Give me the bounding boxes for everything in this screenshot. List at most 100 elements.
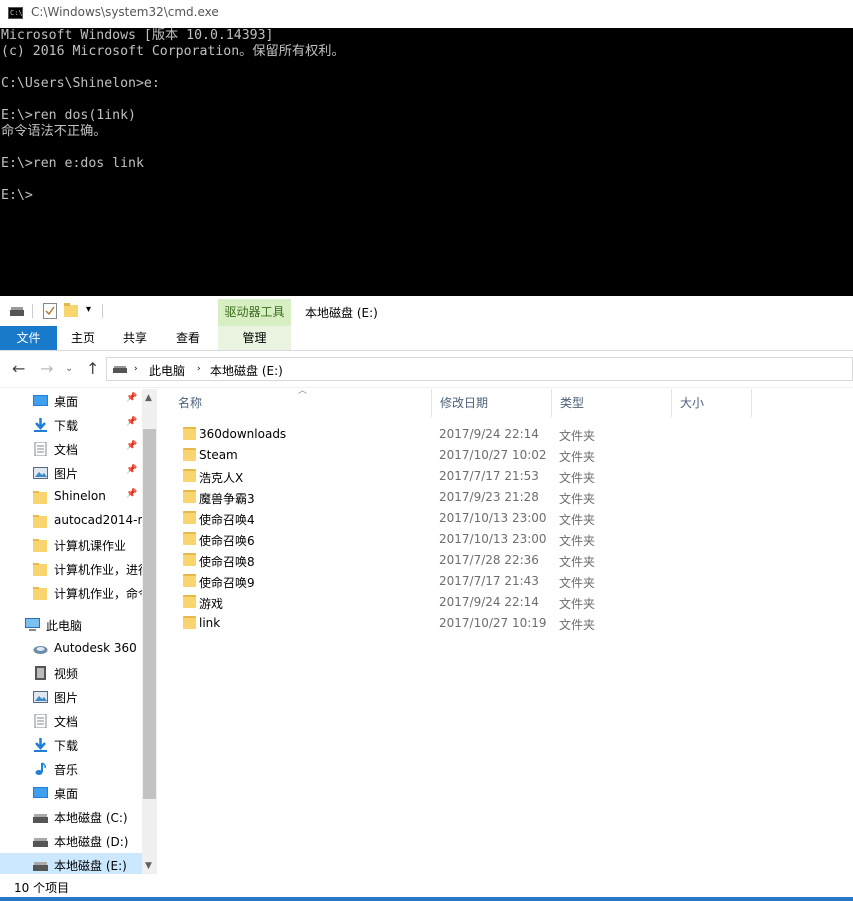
nav-scroll-thumb[interactable] — [143, 429, 156, 799]
column-size[interactable]: 大小 — [672, 389, 752, 417]
file-date: 2017/7/17 21:43 — [439, 574, 539, 588]
explorer-window: ▾ 驱动器工具 本地磁盘 (E:) 文件 主页 共享 查看 管理 ← → ⌄ ↑… — [0, 296, 853, 901]
window-title: 本地磁盘 (E:) — [305, 306, 378, 320]
nav-item[interactable]: autocad2014-r — [0, 509, 142, 533]
music-icon — [33, 762, 48, 776]
nav-item[interactable]: 计算机作业，命令 — [0, 581, 150, 605]
nav-item[interactable]: 音乐 — [0, 757, 142, 781]
file-row[interactable]: 使命召唤8 2017/7/28 22:36 文件夹 — [170, 550, 853, 571]
pictures-icon — [33, 466, 48, 480]
file-name: link — [199, 616, 221, 630]
nav-item[interactable]: 文档 — [0, 709, 142, 733]
file-row[interactable]: 游戏 2017/9/24 22:14 文件夹 — [170, 592, 853, 613]
folder-icon — [183, 427, 196, 440]
nav-item[interactable]: 计算机作业，进行 — [0, 557, 150, 581]
nav-item[interactable]: 本地磁盘 (D:) — [0, 829, 142, 853]
file-row[interactable]: 360downloads 2017/9/24 22:14 文件夹 — [170, 424, 853, 445]
crumb-separator-icon[interactable]: › — [197, 364, 201, 374]
drive-icon — [33, 834, 48, 848]
tab-view[interactable]: 查看 — [163, 326, 213, 350]
file-row[interactable]: 魔兽争霸3 2017/9/23 21:28 文件夹 — [170, 487, 853, 508]
nav-item[interactable]: 文档 📌 — [0, 437, 142, 461]
tab-manage[interactable]: 管理 — [218, 326, 291, 350]
file-date: 2017/10/13 23:00 — [439, 511, 547, 525]
file-type: 文件夹 — [559, 555, 596, 569]
nav-item-label: 此电脑 — [46, 619, 83, 633]
folder-icon — [183, 553, 196, 566]
drive-icon — [33, 810, 48, 824]
column-name[interactable]: 名称 — [170, 389, 432, 417]
scroll-up-icon[interactable]: ▲ — [145, 393, 152, 403]
pin-icon: 📌 — [126, 417, 138, 427]
nav-item[interactable]: 桌面 📌 — [0, 389, 142, 413]
nav-item-label: 计算机课作业 — [54, 539, 127, 553]
nav-item[interactable]: 本地磁盘 (C:) — [0, 805, 142, 829]
crumb-separator-icon[interactable]: › — [134, 364, 138, 374]
status-bar: 10 个项目 — [0, 876, 853, 897]
up-arrow-icon[interactable]: ↑ — [86, 359, 99, 378]
ribbon-tabs: 文件 主页 共享 查看 管理 — [0, 326, 853, 351]
file-type: 文件夹 — [559, 513, 596, 527]
properties-icon[interactable] — [43, 303, 57, 319]
tab-home[interactable]: 主页 — [58, 326, 108, 350]
folder-icon — [183, 595, 196, 608]
nav-item[interactable]: 图片 📌 — [0, 461, 142, 485]
column-type[interactable]: 类型 — [552, 389, 672, 417]
pictures-icon — [33, 690, 48, 704]
column-date[interactable]: 修改日期 — [432, 389, 552, 417]
nav-item-label: 桌面 — [54, 395, 79, 409]
file-row[interactable]: Steam 2017/10/27 10:02 文件夹 — [170, 445, 853, 466]
nav-item[interactable]: 桌面 — [0, 781, 142, 805]
nav-item[interactable]: 计算机课作业 — [0, 533, 142, 557]
file-type: 文件夹 — [559, 429, 596, 443]
quick-access-toolbar: ▾ 驱动器工具 本地磁盘 (E:) — [0, 296, 853, 326]
crumb-this-pc[interactable]: 此电脑 — [149, 362, 185, 379]
nav-item[interactable]: 此电脑 — [0, 613, 142, 637]
qat-dropdown-icon[interactable]: ▾ — [86, 304, 91, 315]
folder-icon — [33, 538, 48, 552]
file-row[interactable]: 浩克人X 2017/7/17 21:53 文件夹 — [170, 466, 853, 487]
cmd-output: Microsoft Windows [版本 10.0.14393] (c) 20… — [1, 28, 345, 203]
file-name: 游戏 — [199, 597, 224, 611]
file-name: 浩克人X — [199, 471, 244, 485]
nav-item[interactable]: 视频 — [0, 661, 142, 685]
file-row[interactable]: 使命召唤6 2017/10/13 23:00 文件夹 — [170, 529, 853, 550]
file-name: 使命召唤9 — [199, 576, 255, 590]
nav-item-label: 计算机作业，进行 — [54, 563, 151, 577]
tab-share[interactable]: 共享 — [110, 326, 160, 350]
cmd-console[interactable]: Microsoft Windows [版本 10.0.14393] (c) 20… — [0, 28, 853, 296]
this-pc-icon — [25, 618, 40, 632]
nav-item-label: 图片 — [54, 691, 79, 705]
nav-item[interactable]: 本地磁盘 (E:) — [0, 853, 142, 874]
download-icon — [33, 418, 48, 432]
nav-item[interactable]: 下载 — [0, 733, 142, 757]
column-headers: ︿ 名称 修改日期 类型 大小 — [170, 386, 853, 417]
file-row[interactable]: link 2017/10/27 10:19 文件夹 — [170, 613, 853, 634]
nav-item[interactable]: Shinelon 📌 — [0, 485, 142, 509]
folder-icon — [33, 490, 48, 504]
file-name: 使命召唤6 — [199, 534, 255, 548]
file-row[interactable]: 使命召唤9 2017/7/17 21:43 文件夹 — [170, 571, 853, 592]
address-box[interactable]: › 此电脑 › 本地磁盘 (E:) — [106, 357, 853, 381]
cloud-icon — [33, 642, 48, 656]
recent-locations-icon[interactable]: ⌄ — [65, 363, 73, 374]
forward-arrow-icon[interactable]: → — [40, 359, 53, 378]
file-row[interactable]: 使命召唤4 2017/10/13 23:00 文件夹 — [170, 508, 853, 529]
file-date: 2017/7/17 21:53 — [439, 469, 539, 483]
nav-item-label: 下载 — [54, 739, 79, 753]
new-folder-icon[interactable] — [64, 303, 78, 317]
cmd-icon: C:\ — [8, 7, 23, 19]
scroll-down-icon[interactable]: ▼ — [145, 861, 152, 871]
video-icon — [33, 666, 48, 680]
crumb-drive-e[interactable]: 本地磁盘 (E:) — [210, 362, 283, 379]
desktop-icon — [33, 786, 48, 800]
tab-file[interactable]: 文件 — [0, 326, 57, 350]
file-date: 2017/7/28 22:36 — [439, 553, 539, 567]
back-arrow-icon[interactable]: ← — [12, 359, 25, 378]
nav-item-label: 下载 — [54, 419, 79, 433]
nav-item[interactable]: 图片 — [0, 685, 142, 709]
drive-small-icon[interactable] — [10, 306, 24, 316]
download-icon — [33, 738, 48, 752]
nav-item[interactable]: 下载 📌 — [0, 413, 142, 437]
nav-item[interactable]: Autodesk 360 — [0, 637, 142, 661]
